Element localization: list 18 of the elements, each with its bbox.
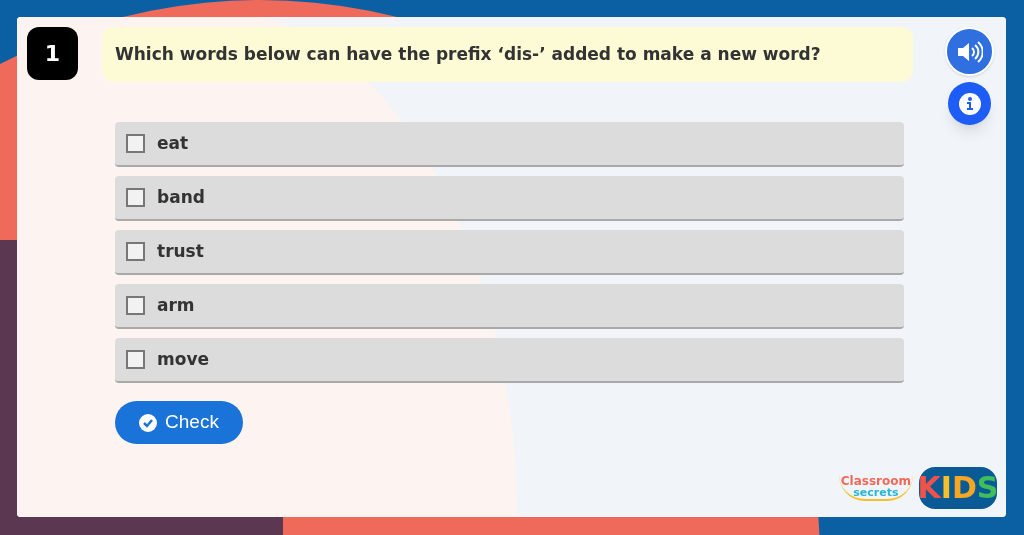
checkbox[interactable] xyxy=(126,350,145,369)
checkbox[interactable] xyxy=(126,242,145,261)
answer-option[interactable]: eat xyxy=(115,122,904,167)
checkbox[interactable] xyxy=(126,134,145,153)
info-icon xyxy=(958,92,981,115)
checkbox[interactable] xyxy=(126,188,145,207)
answer-option[interactable]: arm xyxy=(115,284,904,329)
question-number: 1 xyxy=(27,27,78,80)
answer-option[interactable]: move xyxy=(115,338,904,383)
answer-option[interactable]: trust xyxy=(115,230,904,275)
check-circle-icon xyxy=(139,413,158,432)
speaker-icon xyxy=(956,40,983,63)
kids-logo: KIDS xyxy=(919,467,997,509)
check-button[interactable]: Check xyxy=(115,401,243,444)
answer-option[interactable]: band xyxy=(115,176,904,221)
classroom-secrets-logo: Classroom secrets xyxy=(838,475,913,501)
checkbox[interactable] xyxy=(126,296,145,315)
question-text: Which words below can have the prefix ‘dis-’ added to make a new word? xyxy=(102,27,913,82)
